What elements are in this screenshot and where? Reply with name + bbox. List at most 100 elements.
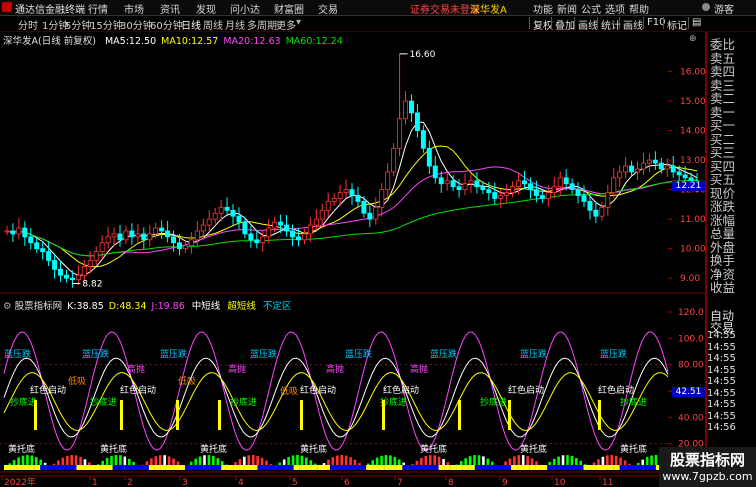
mark-button[interactable]: 标记	[663, 17, 690, 32]
tab-60min[interactable]: 60分钟	[150, 17, 183, 32]
candle-body	[480, 186, 486, 191]
candle-body	[129, 230, 135, 238]
trend-strip-segment	[601, 465, 608, 470]
tab-15min[interactable]: 15分钟	[90, 17, 123, 32]
candle-body	[599, 206, 605, 217]
tab-more[interactable]: 更多	[276, 17, 296, 32]
candle-body	[22, 227, 28, 238]
tick-time: 14:55	[707, 341, 736, 353]
trend-strip-segment	[46, 465, 53, 470]
signal-label: 高抛	[410, 363, 428, 375]
tab-daily[interactable]: 日线	[181, 17, 201, 32]
tab-weekly[interactable]: 周线	[203, 17, 223, 32]
trend-strip-segment	[64, 465, 71, 470]
candle-body	[194, 230, 200, 241]
candle-body	[575, 189, 581, 196]
current-price-tag: 12.21	[672, 181, 705, 191]
candle-body	[676, 171, 682, 176]
trend-strip-segment	[28, 465, 35, 470]
candle-body	[272, 221, 278, 229]
candle-body	[93, 251, 99, 261]
trend-strip-segment	[185, 465, 192, 470]
period-toolbar: 分时 1分钟 5分钟 15分钟 30分钟 60分钟 日线 周线 月线 多周期 更…	[0, 16, 756, 32]
candle-body	[290, 230, 295, 238]
quote-row-label: 买五	[710, 172, 736, 187]
menu-faxian[interactable]: 发现	[196, 1, 216, 16]
candle-body	[629, 165, 635, 173]
candle-body	[593, 209, 599, 217]
user-guest[interactable]: 游客	[714, 1, 734, 16]
candle-body	[218, 206, 224, 214]
kdj-axis-label: 120.0	[678, 308, 704, 318]
watermark-url: www.7gpzb.com	[662, 470, 753, 483]
tick-time: 14:55	[707, 353, 736, 364]
candle-body	[40, 248, 46, 253]
signal-label: 低吸	[178, 375, 196, 387]
candle-body	[301, 233, 307, 241]
signal-label: 黄托底	[100, 443, 127, 455]
date-axis-label: 8	[448, 478, 454, 487]
tab-5min[interactable]: 5分钟	[65, 17, 91, 32]
menu-zixun[interactable]: 资讯	[160, 1, 180, 16]
menu-jiaoyi[interactable]: 交易	[318, 1, 338, 16]
tab-fenshi[interactable]: 分时	[18, 17, 38, 32]
trend-strip-segment	[511, 465, 518, 470]
signal-label: 红色启动	[30, 384, 66, 396]
trend-strip-segment	[22, 465, 29, 470]
trend-strip-segment	[643, 465, 650, 470]
trend-strip-segment	[390, 465, 397, 470]
signal-label: 蓝压跌	[160, 348, 187, 360]
candle-body	[224, 206, 230, 211]
price-axis-label: 9.00	[680, 274, 700, 284]
menu-caifuquan[interactable]: 财富圈	[274, 1, 304, 16]
menu-bangzhu[interactable]: 帮助	[629, 1, 649, 16]
tab-multi-period[interactable]: 多周期	[247, 17, 277, 32]
candle-body	[504, 192, 510, 196]
candle-body	[325, 201, 331, 211]
candle-body	[10, 230, 16, 235]
trend-strip-segment	[191, 465, 198, 470]
tab-30min[interactable]: 30分钟	[120, 17, 153, 32]
candle-body	[569, 183, 575, 191]
tick-time: 14:55	[707, 330, 736, 341]
menu-shichang[interactable]: 市场	[124, 1, 144, 16]
price-axis-label: 15.00	[680, 97, 706, 107]
signal-label: 黄托底	[200, 443, 227, 455]
menu-wenxiaoda[interactable]: 问小达	[230, 1, 260, 16]
draw-line-button[interactable]: 画线	[619, 17, 646, 32]
right-quote-panel: 委比 卖五 卖四 卖三 卖二 卖一 买一 买二 买三 买四 买五 现价 涨跌 涨幅 总量 外盘 换手 净资 收益 自…	[706, 32, 756, 487]
chart-area[interactable]: 16.0015.0014.0013.0012.0011.0010.009.00 …	[0, 32, 706, 487]
trend-strip-segment	[166, 465, 174, 470]
trend-strip-segment	[384, 465, 391, 470]
candle-body	[361, 201, 367, 214]
candle-body	[188, 239, 194, 247]
candle-body	[141, 233, 147, 241]
layout-icon[interactable]: ▤	[688, 17, 704, 29]
candle-body	[295, 236, 301, 241]
trend-strip-segment	[281, 465, 288, 470]
candle-body	[278, 221, 284, 226]
menu-gongneng[interactable]: 功能	[533, 1, 553, 16]
trend-strip-segment	[275, 465, 282, 470]
user-icon[interactable]	[702, 3, 710, 11]
menu-gongshi[interactable]: 公式	[581, 1, 601, 16]
trend-strip-segment	[444, 465, 451, 470]
candle-body	[414, 112, 420, 132]
candle-body	[319, 209, 325, 220]
candle-body	[58, 268, 63, 276]
signal-label: 抄底进	[480, 396, 507, 408]
menu-xinwen[interactable]: 新闻	[557, 1, 577, 16]
trend-strip-segment	[474, 465, 481, 470]
signal-label: 黄托底	[520, 443, 547, 455]
candle-body	[646, 159, 652, 164]
trend-strip-segment	[215, 465, 222, 470]
tab-monthly[interactable]: 月线	[225, 17, 245, 32]
more-arrow-icon[interactable]: ▾	[296, 17, 301, 28]
menu-hangqing[interactable]: 行情	[88, 1, 108, 16]
menu-xuanxiang[interactable]: 选项	[605, 1, 625, 16]
trend-strip-segment	[124, 465, 131, 470]
quote-row-label: 总量	[710, 226, 736, 241]
signal-bar	[458, 400, 461, 430]
candle-body	[147, 233, 153, 241]
trend-strip-segment	[348, 465, 355, 470]
